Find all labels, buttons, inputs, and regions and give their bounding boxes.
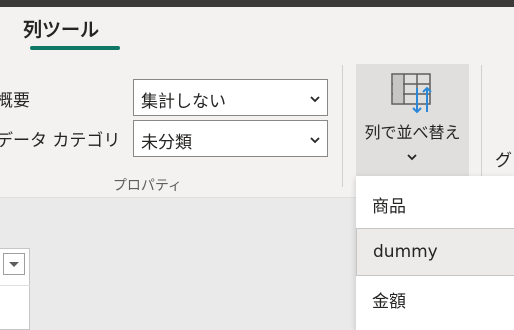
data-category-select-value: 未分類	[141, 133, 192, 153]
column-filter-dropdown[interactable]	[3, 253, 25, 275]
summary-select[interactable]: 集計しない	[133, 79, 328, 116]
chevron-down-icon	[310, 137, 320, 144]
sort-by-column-label: 列で並べ替え	[364, 123, 461, 142]
caret-down-icon	[9, 262, 19, 267]
sort-by-column-icon	[391, 73, 432, 114]
tab-column-tools-label: 列ツール	[22, 19, 99, 41]
next-group-button-label[interactable]: グ	[495, 146, 512, 171]
properties-group-label: プロパティ	[112, 178, 182, 194]
summary-label: 概要	[0, 91, 30, 111]
group-separator	[342, 65, 343, 187]
menu-item-label: 商品	[372, 197, 406, 217]
summary-select-value: 集計しない	[141, 92, 226, 112]
title-bar	[0, 0, 514, 7]
menu-item-label: 金額	[372, 292, 406, 312]
sort-by-column-menu: 商品 dummy 金額	[356, 176, 514, 330]
active-tab-indicator	[30, 46, 120, 50]
ribbon-tab-strip: 列ツール	[0, 7, 514, 57]
table-visual[interactable]	[0, 248, 30, 330]
menu-item-label: dummy	[373, 242, 438, 262]
group-separator	[481, 65, 482, 187]
menu-item-dummy[interactable]: dummy	[356, 228, 514, 276]
data-category-label: データ カテゴリ	[0, 131, 121, 151]
table-row-divider	[0, 285, 30, 286]
menu-item-amount[interactable]: 金額	[356, 274, 514, 322]
chevron-down-icon	[310, 96, 320, 103]
menu-item-product[interactable]: 商品	[356, 179, 514, 227]
sort-by-column-button[interactable]: 列で並べ替え	[356, 64, 469, 176]
tab-column-tools[interactable]: 列ツール	[14, 15, 120, 51]
chevron-down-icon	[407, 154, 417, 161]
data-category-select[interactable]: 未分類	[133, 120, 328, 157]
